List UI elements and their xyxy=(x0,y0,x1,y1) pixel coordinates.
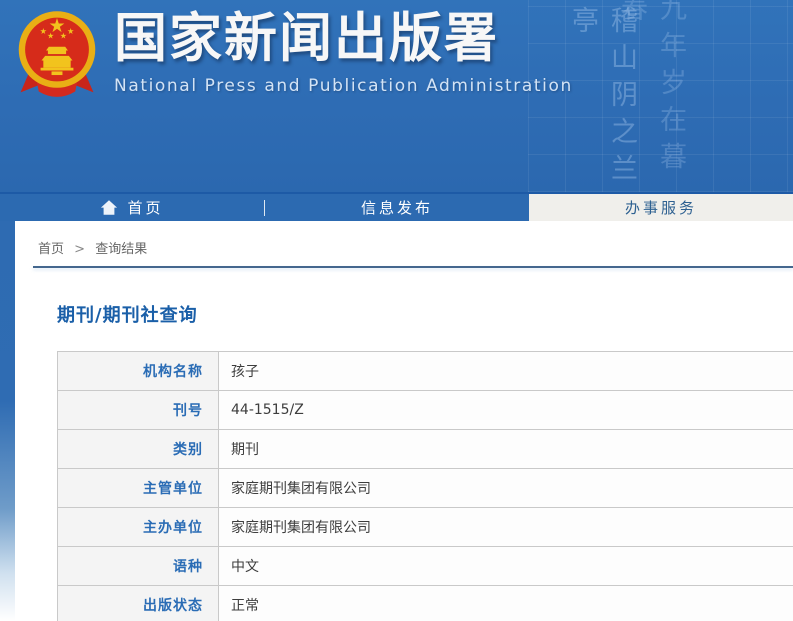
table-row: 语种中文 xyxy=(58,547,793,586)
page-title: 期刊/期刊社查询 xyxy=(57,301,793,327)
main-nav: 首页 信息发布 办事服务 xyxy=(0,192,793,221)
field-label: 类别 xyxy=(58,430,219,469)
nav-tab-label: 信息发布 xyxy=(361,197,433,218)
calligraphy-watermark: 九年岁在暮春 xyxy=(612,0,690,192)
field-value: 正常 xyxy=(219,586,793,621)
nav-tab-home[interactable]: 首页 xyxy=(0,194,264,221)
national-emblem-logo xyxy=(16,8,98,106)
journal-result-table: 机构名称孩子刊号44-1515/Z类别期刊主管单位家庭期刊集团有限公司主办单位家… xyxy=(57,351,793,621)
field-value: 孩子 xyxy=(219,352,793,391)
field-value: 44-1515/Z xyxy=(219,391,793,430)
content-area: 首页 > 查询结果 期刊/期刊社查询 机构名称孩子刊号44-1515/Z类别期刊… xyxy=(0,221,793,621)
field-label: 主管单位 xyxy=(58,469,219,508)
table-row: 机构名称孩子 xyxy=(58,352,793,391)
field-label: 刊号 xyxy=(58,391,219,430)
home-icon xyxy=(100,199,118,216)
field-label: 语种 xyxy=(58,547,219,586)
nav-tab-services[interactable]: 办事服务 xyxy=(529,194,793,221)
breadcrumb-separator: > xyxy=(74,242,85,257)
table-row: 类别期刊 xyxy=(58,430,793,469)
field-label: 机构名称 xyxy=(58,352,219,391)
field-value: 家庭期刊集团有限公司 xyxy=(219,469,793,508)
field-value: 中文 xyxy=(219,547,793,586)
breadcrumb-divider xyxy=(33,266,793,268)
site-title-english: National Press and Publication Administr… xyxy=(114,76,573,96)
field-label: 出版状态 xyxy=(58,586,219,621)
breadcrumb: 首页 > 查询结果 xyxy=(15,221,793,266)
site-title-block: 国家新闻出版署 National Press and Publication A… xyxy=(114,4,573,96)
table-row: 刊号44-1515/Z xyxy=(58,391,793,430)
nav-tab-news[interactable]: 信息发布 xyxy=(265,194,529,221)
table-row: 主管单位家庭期刊集团有限公司 xyxy=(58,469,793,508)
calligraphy-watermark: 稽山阴之兰亭 xyxy=(563,6,641,192)
nav-tab-label: 办事服务 xyxy=(625,197,697,218)
breadcrumb-current: 查询结果 xyxy=(95,242,147,257)
nav-tab-label: 首页 xyxy=(127,197,163,218)
table-row: 主办单位家庭期刊集团有限公司 xyxy=(58,508,793,547)
field-label: 主办单位 xyxy=(58,508,219,547)
page: 稽山阴之兰亭 九年岁在暮春 国 xyxy=(0,0,793,621)
left-gradient-strip xyxy=(0,221,15,621)
table-row: 出版状态正常 xyxy=(58,586,793,621)
field-value: 期刊 xyxy=(219,430,793,469)
site-title: 国家新闻出版署 xyxy=(114,4,573,74)
breadcrumb-home[interactable]: 首页 xyxy=(38,242,64,257)
site-header: 稽山阴之兰亭 九年岁在暮春 国 xyxy=(0,0,793,192)
field-value: 家庭期刊集团有限公司 xyxy=(219,508,793,547)
